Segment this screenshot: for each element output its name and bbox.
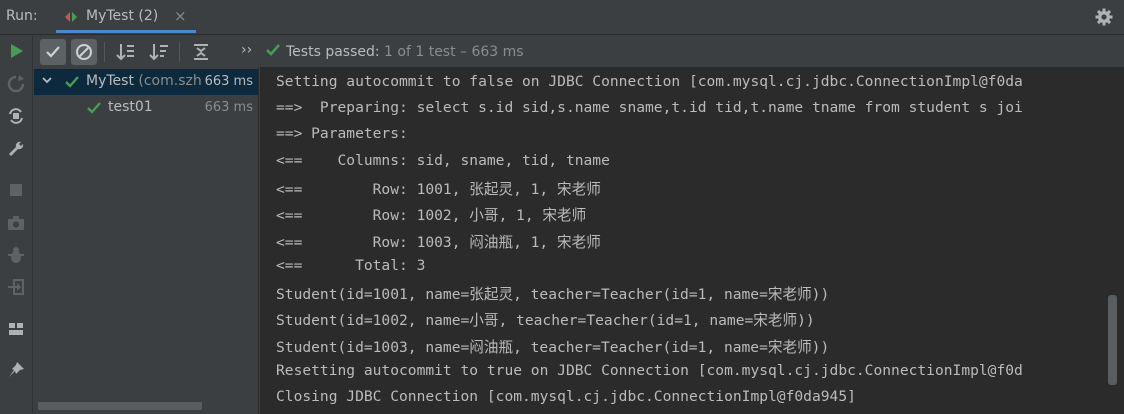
tab-title: MyTest (2) (86, 8, 159, 24)
run-config-icon (65, 12, 77, 22)
console-line: ==> Parameters: (276, 125, 417, 142)
tab-active-indicator (56, 30, 196, 33)
sort-by-duration-button[interactable] (146, 39, 172, 65)
wrench-icon[interactable] (6, 139, 26, 159)
run-side-toolbar (0, 36, 33, 414)
rerun-failed-icon[interactable] (6, 74, 26, 94)
console-line: Student(id=1001, name=张起灵, teacher=Teach… (276, 286, 830, 303)
debug-bug-icon[interactable] (6, 245, 26, 265)
console-line: Closing JDBC Connection [com.mysql.cj.jd… (276, 388, 856, 405)
console-line: <== Row: 1002, 小哥, 1, 宋老师 (276, 207, 587, 224)
check-icon (266, 44, 280, 56)
stop-icon[interactable] (6, 180, 26, 200)
console-line: <== Total: 3 (276, 257, 426, 274)
run-toolwindow-header: Run: MyTest (2) × (0, 0, 1124, 35)
close-icon[interactable]: × (174, 7, 187, 25)
console-line: Resetting autocommit to true on JDBC Con… (276, 362, 1023, 379)
show-ignored-icon (76, 44, 92, 60)
test-tree: MyTest (com.szh 663 ms test01 663 ms (34, 67, 259, 414)
tree-node-mytest[interactable]: MyTest (com.szh 663 ms (34, 69, 258, 95)
console-line: <== Row: 1003, 闷油瓶, 1, 宋老师 (276, 234, 601, 251)
rerun-icon[interactable] (6, 41, 26, 61)
collapse-all-button[interactable] (188, 39, 214, 65)
more-chevron-icon[interactable]: ›› (241, 42, 252, 58)
toolbar-separator (104, 42, 105, 62)
run-label: Run: (6, 8, 38, 24)
sort-duration-icon (149, 44, 168, 61)
show-passed-icon (46, 46, 60, 58)
toolbar-separator (179, 42, 180, 62)
pin-icon[interactable] (6, 360, 26, 380)
tree-node-test01[interactable]: test01 663 ms (34, 95, 258, 121)
tests-status: Tests passed: 1 of 1 test – 663 ms (265, 42, 524, 60)
passed-check-icon (65, 76, 79, 88)
passed-check-icon (87, 102, 101, 114)
console-line: <== Row: 1001, 张起灵, 1, 宋老师 (276, 181, 601, 198)
sort-alphabetically-button[interactable] (113, 39, 139, 65)
console-output[interactable]: Setting autocommit to false on JDBC Conn… (260, 67, 1124, 414)
show-passed-button[interactable] (40, 39, 66, 65)
layout-icon[interactable] (6, 319, 26, 339)
tree-node-label: MyTest (com.szh (86, 73, 202, 89)
console-line: <== Columns: sid, sname, tid, tname (276, 152, 610, 169)
show-ignored-button[interactable] (71, 39, 97, 65)
vertical-scrollbar[interactable] (1108, 295, 1117, 385)
console-line: Setting autocommit to false on JDBC Conn… (276, 73, 1023, 90)
console-line: Student(id=1003, name=闷油瓶, teacher=Teach… (276, 339, 830, 356)
test-toolbar: ›› Tests passed: 1 of 1 test – 663 ms (33, 36, 1124, 67)
collapse-all-icon (194, 44, 208, 60)
camera-icon[interactable] (6, 213, 26, 233)
toggle-auto-test-icon[interactable] (6, 106, 26, 126)
exit-icon[interactable] (6, 277, 26, 297)
tree-node-time: 663 ms (200, 74, 253, 89)
gear-icon[interactable] (1094, 7, 1114, 27)
tree-node-label: test01 (108, 99, 153, 115)
console-line: ==> Preparing: select s.id sid,s.name sn… (276, 99, 1023, 116)
chevron-down-icon[interactable] (41, 74, 53, 86)
tree-node-time: 663 ms (204, 100, 253, 115)
console-line: Student(id=1002, name=小哥, teacher=Teache… (276, 312, 815, 329)
tests-passed-summary: 1 of 1 test – 663 ms (379, 44, 524, 60)
horizontal-scrollbar[interactable] (38, 402, 202, 410)
sort-alpha-icon (116, 44, 134, 61)
tab-mytest[interactable]: MyTest (2) × (56, 0, 196, 35)
tests-passed-label: Tests passed: (286, 44, 380, 60)
